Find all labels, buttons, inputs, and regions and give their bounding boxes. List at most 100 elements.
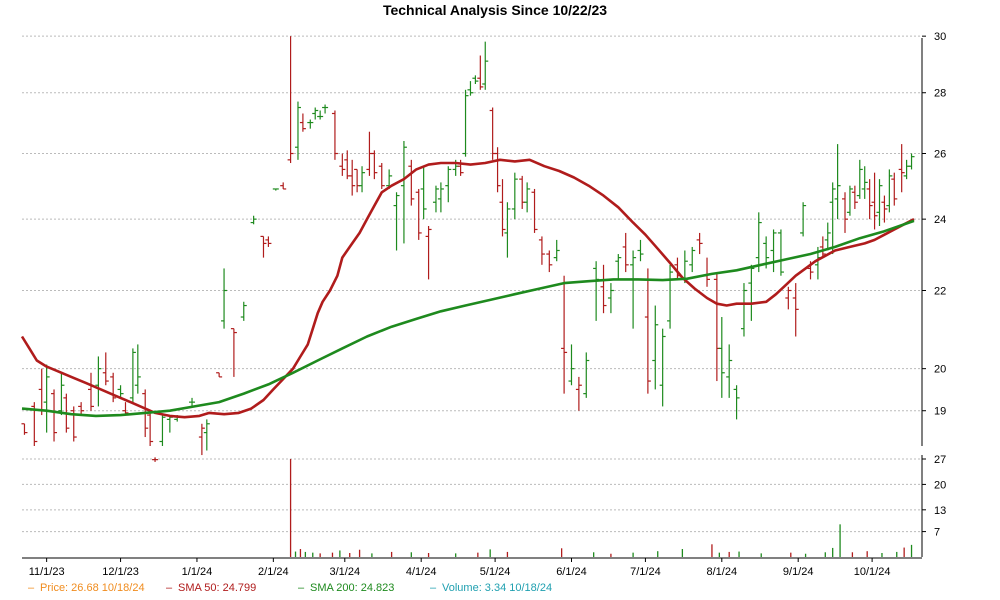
ohlc-bar [317,110,324,120]
price-tick-label: 19 [934,406,946,418]
ohlc-bar [800,202,807,237]
ohlc-bar [265,236,272,247]
date-tick-label: 3/1/24 [329,566,360,578]
price-tick-label: 30 [934,31,946,43]
ohlc-bar [95,356,102,407]
volume-tick-label: 27 [934,454,946,466]
ohlc-bar [378,163,385,189]
date-tick-label: 2/1/24 [258,566,289,578]
ohlc-bar [499,179,506,237]
ohlc-bar [696,232,703,255]
ohlc-bar [704,257,711,287]
ohlc-bar [344,150,351,180]
ohlc-bar [425,226,432,280]
price-axis-ticks: 19 20 22 24 26 28 30 [922,31,946,418]
ohlc-bar [524,182,531,213]
sma-200-line [21,219,915,418]
ohlc-bar [713,272,720,382]
ohlc-bar [561,275,568,394]
ohlc-bar [307,119,314,129]
ohlc-bar [462,89,469,157]
ohlc-bar [110,372,117,403]
ohlc-bar [829,182,836,255]
ohlc-bar [331,110,338,160]
ohlc-bar [189,397,196,407]
ohlc-bar [38,368,45,416]
ohlc-bar [659,328,666,407]
ohlc-bar [689,246,696,273]
ohlc-bar [856,159,863,199]
date-tick-label: 7/1/24 [630,566,661,578]
date-tick-label: 1/1/24 [182,566,213,578]
price-tick-label: 28 [934,88,946,100]
ohlc-bar [881,195,888,223]
ohlc-bar [152,457,159,462]
ohlc-bar [866,179,873,220]
technical-analysis-chart: Technical Analysis Since 10/22/23 19 20 22… [20,2,946,594]
ohlc-bar [553,239,560,262]
volume-tick-label: 7 [934,527,940,539]
ohlc-bar [600,264,607,314]
ohlc-bar [733,385,740,420]
legend-label: Price: 26.68 10/18/24 [40,582,145,594]
ohlc-bar [437,182,444,213]
date-tick-label: 10/1/24 [854,566,891,578]
ohlc-bar [472,75,479,84]
ohlc-bars [21,36,915,462]
volume-axis-ticks: 7 13 20 27 [922,454,946,539]
ohlc-bar [846,185,853,216]
legend-item-price: – Price: 26.68 10/18/24 [28,582,145,594]
legend-marker: – [430,582,437,594]
ohlc-bar [792,283,799,337]
ohlc-bar [583,352,590,398]
ohlc-bar [519,175,526,209]
ohlc-bar [861,166,868,199]
ohlc-bar [198,423,205,456]
ohlc-bar [593,261,600,321]
ohlc-bar [159,415,166,446]
ohlc-bar [637,239,644,262]
ohlc-bar [51,389,58,442]
date-tick-label: 6/1/24 [556,566,587,578]
legend-label: SMA 200: 24.823 [310,582,394,594]
price-tick-label: 20 [934,364,946,376]
ohlc-bar [294,101,301,160]
ohlc-bar [272,188,279,191]
price-tick-label: 22 [934,286,946,298]
ohlc-bar [482,41,489,90]
ohlc-bar [467,81,474,96]
ohlc-bar [575,376,582,411]
price-tick-label: 26 [934,149,946,161]
ohlc-bar [891,172,898,206]
ohlc-bar [531,188,538,233]
date-tick-label: 9/1/24 [783,566,814,578]
moving-average-lines [20,158,915,419]
ohlc-bar [622,232,629,273]
ohlc-bar [166,415,173,433]
ohlc-bar [322,104,329,114]
ohlc-bar [371,150,378,180]
legend-marker: – [298,582,305,594]
ohlc-bar [667,264,674,329]
ohlc-bar [538,236,545,265]
legend-item-sma200: – SMA 200: 24.823 [298,582,394,594]
ohlc-bar [287,36,294,164]
legend-marker: – [28,582,35,594]
ohlc-bar [420,166,427,220]
ohlc-bar [770,229,777,273]
ohlc-bar [216,372,223,378]
ohlc-bar [87,372,94,411]
ohlc-bar [58,372,65,416]
ohlc-bar [834,144,841,220]
date-tick-label: 4/1/24 [406,566,437,578]
ohlc-bar [908,153,915,170]
ohlc-bar [339,153,346,176]
ohlc-bar [122,402,129,416]
ohlc-bar [415,188,422,240]
volume-bars [289,459,913,557]
legend: – Price: 26.68 10/18/24– SMA 50: 24.799– SM… [28,582,552,594]
date-axis-ticks: 11/1/23 12/1/23 1/1/24 2/1/24 3/1/24 4/1/24 5/… [29,558,891,578]
ohlc-bar [777,229,784,276]
price-tick-label: 24 [934,214,946,226]
ohlc-bar [349,159,356,196]
